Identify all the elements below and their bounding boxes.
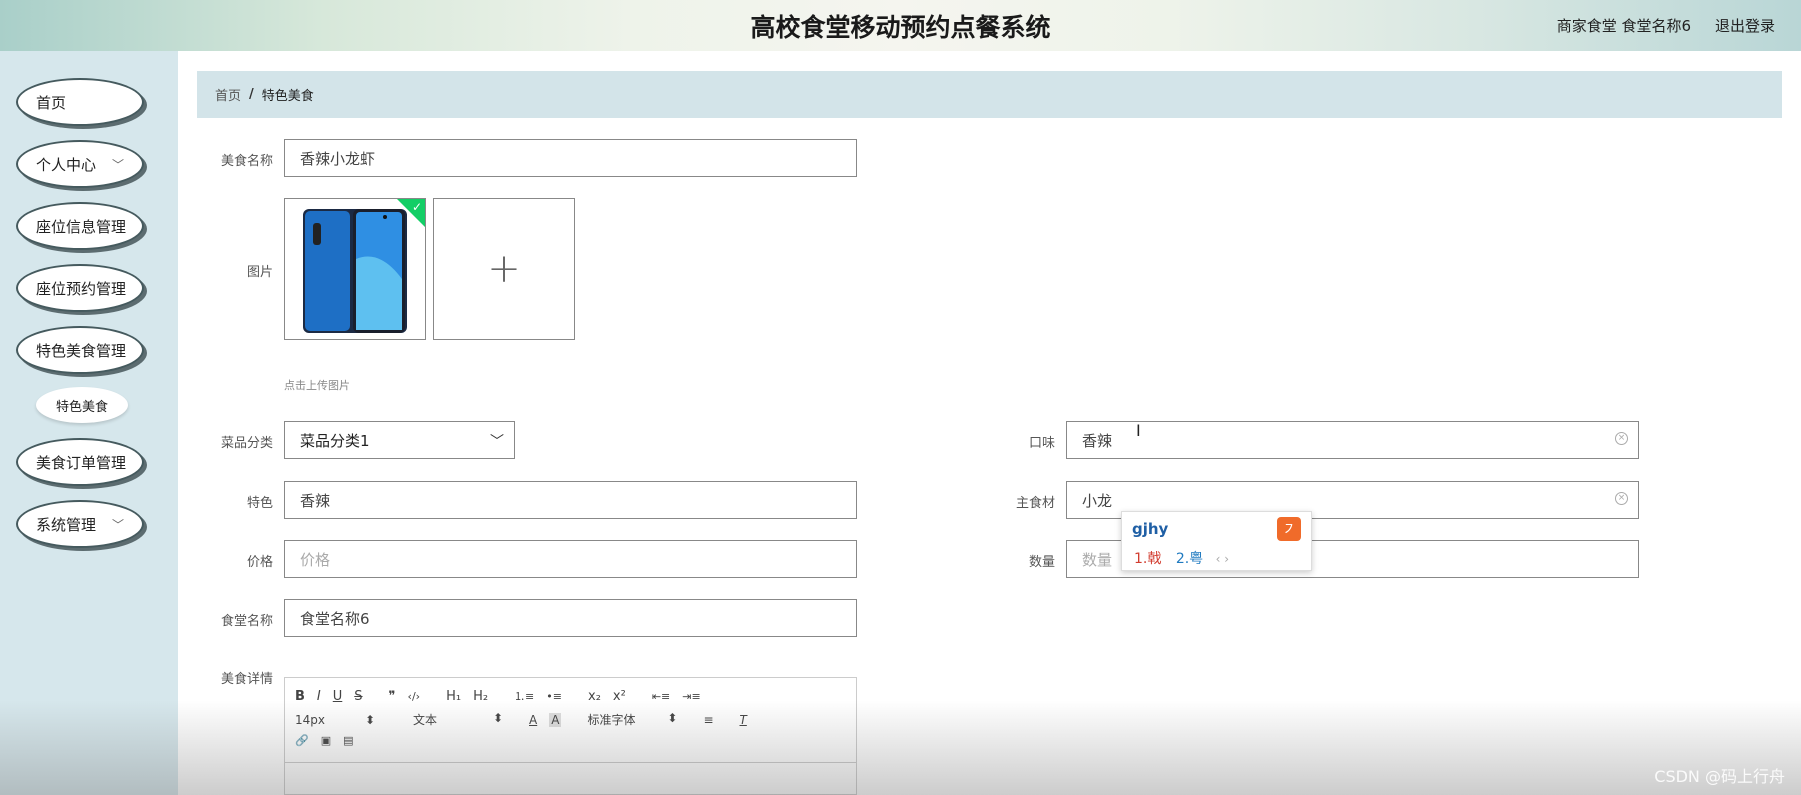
font-color-icon[interactable]: A (529, 713, 537, 727)
ime-composition: gjhy (1132, 520, 1169, 538)
strike-button[interactable]: S (354, 689, 362, 704)
clear-icon[interactable]: × (1615, 492, 1628, 505)
link-icon[interactable]: 🔗 (295, 734, 309, 747)
header: 高校食堂移动预约点餐系统 商家食堂 食堂名称6 退出登录 (0, 0, 1801, 51)
category-select[interactable]: 菜品分类1 ﹀ (284, 421, 515, 459)
sidebar-item-label: 首页 (36, 93, 67, 112)
select-arrows-icon: ⬍ (364, 712, 375, 727)
background-color-icon[interactable]: A (549, 712, 562, 727)
canteen-name-label: 食堂名称 (220, 614, 273, 629)
watermark: CSDN @码上行舟 (1654, 767, 1785, 786)
price-label: 价格 (246, 555, 273, 570)
editor-toolbar-row-1: B I U S ❞ ‹/› H₁ H₂ ⒈≡ •≡ x₂ x² ⇤≡ ⇥≡ (295, 688, 701, 704)
food-name-label: 美食名称 (220, 154, 273, 169)
italic-button[interactable]: I (317, 689, 321, 704)
indent-button[interactable]: ⇥≡ (682, 690, 700, 703)
text-cursor-icon: I (1136, 421, 1141, 440)
price-input[interactable]: 价格 (284, 540, 857, 578)
blockquote-button[interactable]: ❞ (389, 689, 396, 704)
font-size-select[interactable]: 14px ⬍ (295, 713, 375, 727)
food-name-input[interactable]: 香辣小龙虾 (284, 139, 857, 177)
sidebar-item-label: 个人中心 (36, 155, 97, 174)
sidebar-item-food-orders[interactable]: 美食订单管理 (16, 438, 144, 486)
sidebar-item-home[interactable]: 首页 (16, 78, 144, 126)
feature-label: 特色 (246, 496, 273, 511)
quantity-label: 数量 (1028, 555, 1055, 570)
video-icon[interactable]: ▤ (343, 734, 353, 747)
heading2-button[interactable]: H₂ (473, 689, 488, 704)
heading1-button[interactable]: H₁ (446, 689, 461, 704)
ime-candidate-1[interactable]: 1.戟 (1134, 551, 1161, 567)
taste-input[interactable]: 香辣 × (1066, 421, 1639, 459)
sidebar-subitem-featured-food[interactable]: 特色美食 (36, 387, 128, 423)
chevron-down-icon: ﹀ (111, 518, 124, 532)
font-family-select[interactable]: 标准字体 ⬍ (587, 711, 677, 728)
user-info: 商家食堂 食堂名称6 (1556, 17, 1691, 35)
image-label: 图片 (246, 265, 273, 280)
text-type-select[interactable]: 文本 ⬍ (413, 711, 503, 728)
select-arrows-icon: ⬍ (667, 711, 678, 725)
bullet-list-button[interactable]: •≡ (546, 690, 562, 703)
chevron-down-icon: ﹀ (111, 158, 124, 172)
canteen-name-input[interactable]: 食堂名称6 (284, 599, 857, 637)
font-family-value: 标准字体 (587, 713, 636, 727)
bottom-shade (0, 700, 1801, 795)
sidebar-item-seat-reservation[interactable]: 座位预约管理 (16, 264, 144, 312)
main-ingredient-label: 主食材 (1015, 496, 1055, 511)
logout-link[interactable]: 退出登录 (1715, 15, 1775, 36)
editor-toolbar-row-3: 🔗 ▣ ▤ (295, 734, 354, 747)
taste-label: 口味 (1028, 436, 1055, 451)
taste-value: 香辣 (1082, 431, 1113, 450)
sidebar-item-label: 特色美食管理 (36, 341, 127, 360)
app-title: 高校食堂移动预约点餐系统 (750, 13, 1051, 42)
sidebar-item-personal-center[interactable]: 个人中心 ﹀ (16, 140, 144, 188)
clear-format-icon[interactable]: T (740, 713, 747, 727)
font-size-value: 14px (295, 712, 325, 727)
select-arrows-icon: ⬍ (492, 711, 503, 725)
category-label: 菜品分类 (220, 436, 273, 451)
feature-input[interactable]: 香辣 (284, 481, 857, 519)
sidebar-item-system[interactable]: 系统管理 ﹀ (16, 500, 144, 548)
sidebar-item-label: 系统管理 (36, 515, 97, 534)
outdent-button[interactable]: ⇤≡ (652, 690, 670, 703)
breadcrumb: 首页 / 特色美食 (197, 71, 1782, 118)
sidebar-item-seat-info[interactable]: 座位信息管理 (16, 202, 144, 250)
sidebar: 首页 个人中心 ﹀ 座位信息管理 座位预约管理 特色美食管理 特色美食 美食订单… (0, 51, 178, 795)
text-type-value: 文本 (413, 713, 438, 727)
sidebar-item-label: 美食订单管理 (36, 453, 127, 472)
category-value: 菜品分类1 (300, 431, 370, 450)
breadcrumb-current: 特色美食 (261, 89, 314, 104)
sidebar-item-label: 座位预约管理 (36, 279, 127, 298)
check-icon: ✓ (411, 200, 422, 214)
upload-tip: 点击上传图片 (284, 379, 350, 392)
ime-page-nav-icon[interactable]: ‹ › (1216, 552, 1229, 566)
editor-toolbar-row-2: 14px ⬍ 文本 ⬍ A A 标准字体 ⬍ ≡ T (295, 711, 747, 728)
ime-candidate-2[interactable]: 2.粤 (1176, 551, 1203, 567)
align-icon[interactable]: ≡ (703, 713, 713, 727)
breadcrumb-separator: / (249, 87, 254, 102)
add-image-button[interactable]: + (433, 198, 575, 340)
rich-text-editor[interactable]: B I U S ❞ ‹/› H₁ H₂ ⒈≡ •≡ x₂ x² ⇤≡ ⇥≡ 14… (284, 677, 857, 795)
underline-button[interactable]: U (333, 689, 343, 704)
sidebar-item-featured-food[interactable]: 特色美食管理 (16, 326, 144, 374)
ime-candidate-popup: gjhy ㇇ 1.戟 2.粤 ‹ › (1121, 511, 1312, 571)
chevron-down-icon: ﹀ (490, 434, 504, 450)
code-block-button[interactable]: ‹/› (408, 690, 421, 703)
breadcrumb-home[interactable]: 首页 (215, 85, 241, 104)
uploaded-image-thumbnail[interactable]: ✓ (284, 198, 426, 340)
subscript-button[interactable]: x₂ (588, 689, 601, 704)
detail-label: 美食详情 (220, 672, 273, 687)
ime-logo-icon: ㇇ (1277, 517, 1301, 541)
ordered-list-button[interactable]: ⒈≡ (514, 688, 534, 704)
superscript-button[interactable]: x² (613, 689, 626, 704)
clear-icon[interactable]: × (1615, 432, 1628, 445)
bold-button[interactable]: B (295, 689, 305, 704)
main-ingredient-value: 小龙 (1082, 491, 1113, 510)
sidebar-item-label: 座位信息管理 (36, 217, 127, 236)
editor-content-area[interactable] (285, 762, 856, 795)
ime-candidates: 1.戟 2.粤 ‹ › (1134, 548, 1229, 568)
image-icon[interactable]: ▣ (321, 734, 331, 747)
